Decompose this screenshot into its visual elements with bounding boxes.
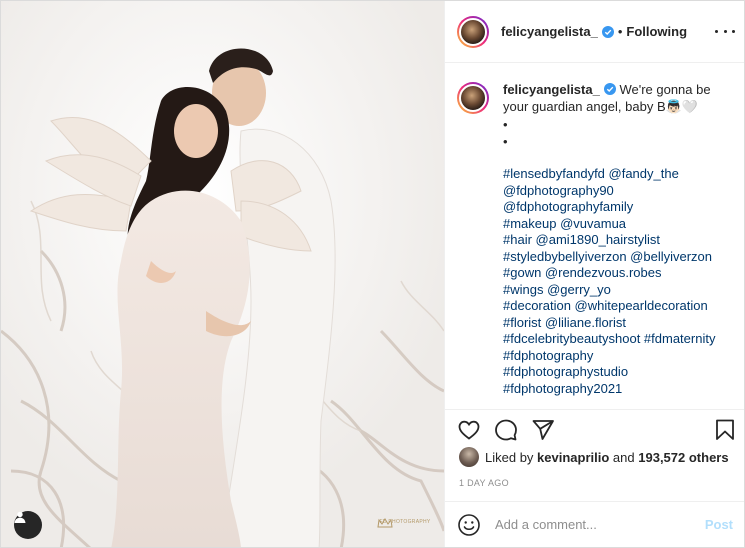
caption-tag-line[interactable]: @fdphotography90 <box>503 183 711 200</box>
add-comment-bar: Post <box>445 501 744 547</box>
caption-tag-line[interactable]: #decoration @whitepearldecoration <box>503 298 711 315</box>
comment-input[interactable] <box>495 517 705 532</box>
caption-tag-line[interactable]: #hair @ami1890_hairstylist <box>503 232 711 249</box>
post-comment-button[interactable]: Post <box>705 517 733 532</box>
more-options-icon[interactable] <box>715 23 735 39</box>
instagram-post-modal: FD PHOTOGRAPHY felicyangelista_ • Follow… <box>0 0 745 548</box>
caption-dots: • • <box>503 117 711 150</box>
bookmark-icon[interactable] <box>713 418 737 442</box>
caption-tag-line[interactable]: #lensedbyfandyfd @fandy_the <box>503 166 711 183</box>
caption-tag-line[interactable]: #florist @liliane.florist <box>503 315 711 332</box>
caption-tag-line[interactable]: #fdphotography <box>503 348 711 365</box>
likes-summary: Liked by kevinaprilio and 193,572 others <box>459 447 729 467</box>
caption-tag-line[interactable]: #styledbybellyiverzon @bellyiverzon <box>503 249 712 266</box>
caption-hashtags: #lensedbyfandyfd @fandy_the @fdphotograp… <box>503 166 715 398</box>
post-header: felicyangelista_ • Following <box>445 1 744 63</box>
action-bar <box>445 409 744 449</box>
caption-body: felicyangelista_ We're gonna be your gua… <box>503 82 715 398</box>
likes-count[interactable]: 193,572 others <box>638 450 728 465</box>
caption-tag-line[interactable]: #fdphotography2021 <box>503 381 711 398</box>
caption-tag-line[interactable]: #fdphotographystudio <box>503 364 711 381</box>
post-timestamp[interactable]: 1 DAY AGO <box>459 478 509 488</box>
caption-username[interactable]: felicyangelista_ <box>503 82 600 97</box>
emoji-icon[interactable] <box>457 513 481 537</box>
caption-tag-line[interactable]: #makeup @vuvamua <box>503 216 711 233</box>
caption-tag-line[interactable]: #gown @rendezvous.robes <box>503 265 711 282</box>
comments-section[interactable]: felicyangelista_ We're gonna be your gua… <box>445 64 744 409</box>
comment-icon[interactable] <box>494 418 518 442</box>
likes-connector: and <box>612 449 635 465</box>
verified-badge-icon <box>601 25 614 38</box>
caption-dot: • <box>503 117 508 132</box>
liker-username[interactable]: kevinaprilio <box>537 450 609 465</box>
caption-dot: • <box>503 133 508 149</box>
author-username[interactable]: felicyangelista_ <box>501 24 598 39</box>
caption: felicyangelista_ We're gonna be your gua… <box>457 82 733 397</box>
crown-watermark-icon <box>377 518 393 528</box>
verified-badge-icon <box>603 83 616 95</box>
caption-tag-line[interactable]: #wings @gerry_yo <box>503 282 711 299</box>
heart-icon[interactable] <box>457 418 481 442</box>
user-tag-button[interactable] <box>14 511 42 539</box>
watermark: FD PHOTOGRAPHY <box>377 518 433 528</box>
post-side-panel: felicyangelista_ • Following felicyangel… <box>444 1 744 547</box>
liker-avatar[interactable] <box>459 447 479 467</box>
maternity-photo-illustration <box>1 1 444 547</box>
caption-tag-line[interactable]: #fdcelebritybeautyshoot #fdmaternity <box>503 331 715 348</box>
likes-prefix: Liked by <box>485 449 534 465</box>
user-tag-icon <box>14 511 26 523</box>
following-button[interactable]: Following <box>626 24 687 39</box>
author-avatar[interactable] <box>457 15 489 48</box>
follow-separator: • <box>617 24 623 39</box>
post-photo[interactable]: FD PHOTOGRAPHY <box>1 1 444 547</box>
caption-avatar[interactable] <box>457 82 489 114</box>
caption-tag-line[interactable]: @fdphotographyfamily <box>503 199 711 216</box>
share-icon[interactable] <box>531 418 555 442</box>
